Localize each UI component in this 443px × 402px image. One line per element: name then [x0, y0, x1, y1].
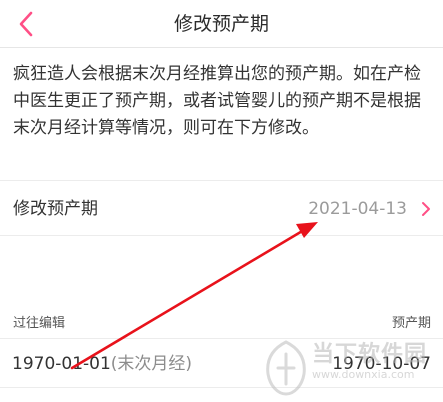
spacer [0, 236, 443, 304]
history-date: 1970-01-01 [12, 354, 111, 374]
due-date-label: 修改预产期 [13, 199, 98, 219]
history-header: 过往编辑 预产期 [0, 304, 443, 338]
history-right-header: 预产期 [391, 316, 431, 331]
chevron-right-icon [422, 202, 430, 216]
history-edit-date: 1970-01-01(末次月经) [12, 339, 192, 389]
nav-bar: 修改预产期 [0, 0, 443, 48]
description-text: 疯狂造人会根据末次月经推算出您的预产期。如在产检中医生更正了预产期，或者试管婴儿… [13, 64, 421, 138]
page-title: 修改预产期 [173, 13, 269, 35]
history-note: (末次月经) [110, 354, 193, 374]
chevron-left-icon [19, 11, 33, 37]
due-date-value: 2021-04-13 [308, 199, 407, 219]
history-row: 1970-01-01(末次月经) 1970-10-07 [0, 338, 443, 388]
back-button[interactable] [6, 4, 46, 44]
history-due-date: 1970-10-07 [332, 354, 431, 374]
due-date-row[interactable]: 修改预产期 2021-04-13 [0, 180, 443, 236]
history-left-header: 过往编辑 [13, 316, 66, 331]
